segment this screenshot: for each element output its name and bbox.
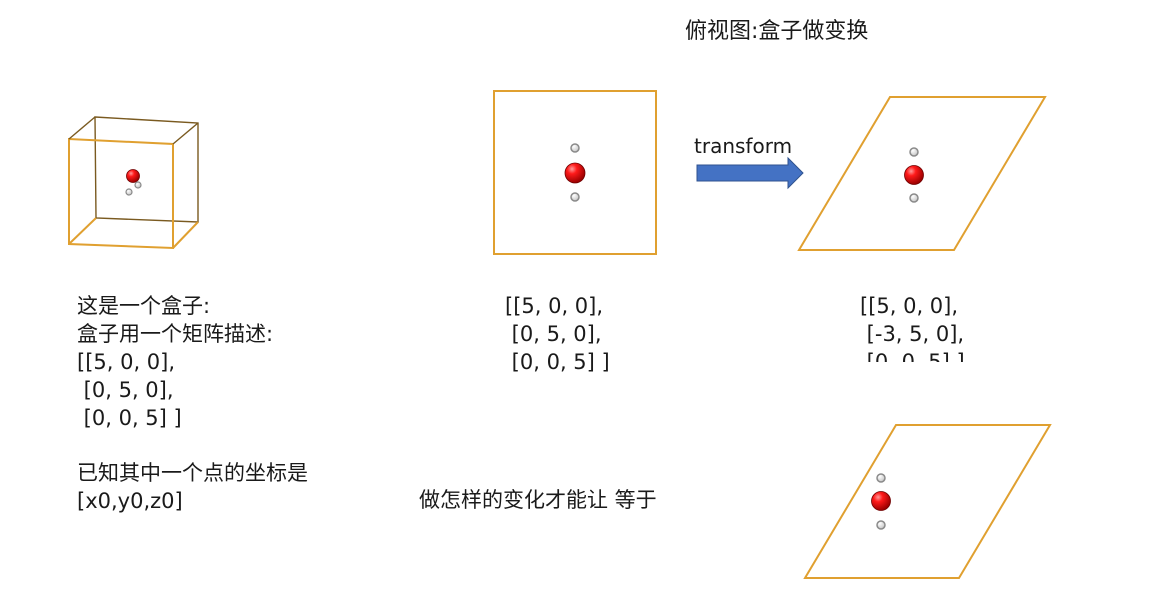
parallelogram-target xyxy=(803,424,1052,579)
oxygen-atom xyxy=(126,169,140,183)
square-top-view xyxy=(493,90,657,255)
diagram-graphics xyxy=(68,90,1052,579)
hydrogen-atom xyxy=(570,143,580,153)
hydrogen-atom xyxy=(909,193,919,203)
cube-3d xyxy=(68,116,199,250)
hydrogen-atom xyxy=(876,520,886,530)
hydrogen-atom xyxy=(125,188,133,196)
hydrogen-atom xyxy=(876,473,886,483)
oxygen-atom xyxy=(904,165,924,185)
hydrogen-atom xyxy=(909,147,919,157)
oxygen-atom xyxy=(871,491,891,511)
transform-arrow xyxy=(696,156,804,190)
hydrogen-atom xyxy=(570,192,580,202)
parallelogram-transformed xyxy=(797,96,1047,251)
oxygen-atom xyxy=(564,162,586,184)
hydrogen-atom xyxy=(134,181,142,189)
